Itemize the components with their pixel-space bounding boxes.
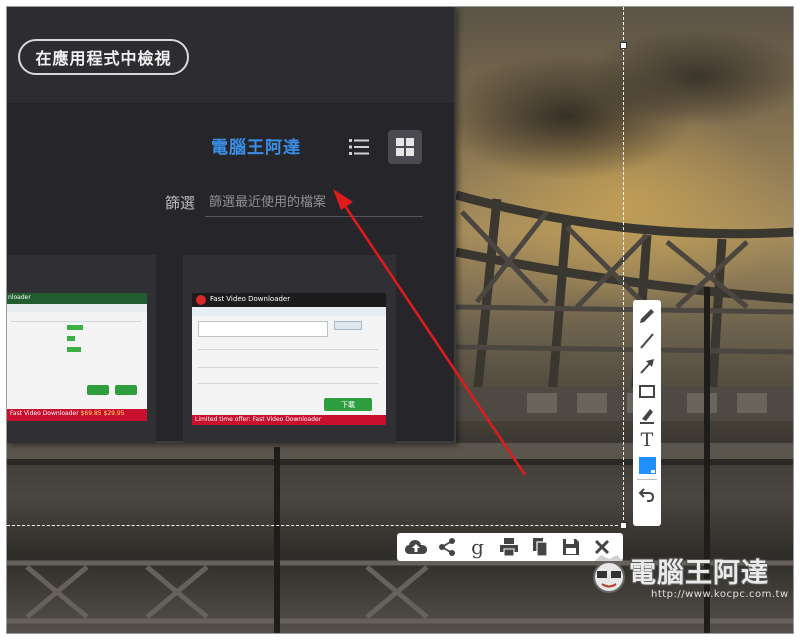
selection-border-bottom[interactable]	[7, 525, 623, 526]
line-tool-button[interactable]	[635, 328, 659, 353]
line-icon	[640, 332, 654, 349]
pencil-tool-button[interactable]	[635, 303, 659, 328]
rectangle-tool-button[interactable]	[635, 378, 659, 403]
marker-tool-button[interactable]	[635, 403, 659, 428]
color-picker-button[interactable]	[635, 453, 659, 478]
toolbar-divider	[637, 479, 657, 480]
print-icon	[499, 538, 518, 557]
selection-resize-handle[interactable]	[620, 522, 627, 529]
marker-icon	[640, 408, 654, 424]
mascot-logo-icon	[593, 555, 625, 593]
copy-button[interactable]	[524, 534, 555, 560]
print-button[interactable]	[493, 534, 524, 560]
arrow-icon	[640, 358, 654, 374]
share-button[interactable]	[431, 534, 462, 560]
selected-color-swatch	[638, 457, 656, 474]
selection-border-right[interactable]	[623, 7, 624, 525]
cloud-upload-icon	[404, 540, 427, 554]
screenshot-frame: 在應用程式中檢視 電腦王阿達 篩選 篩選最近使用的檔案 nloader Fast…	[6, 6, 794, 634]
watermark-name: 電腦王阿達	[629, 558, 769, 589]
arrow-tool-button[interactable]	[635, 353, 659, 378]
text-tool-button[interactable]: T	[635, 428, 659, 453]
selection-resize-handle[interactable]	[620, 42, 627, 49]
google-icon: g	[471, 535, 484, 559]
upload-button[interactable]	[400, 534, 431, 560]
text-tool-glyph: T	[640, 429, 654, 451]
undo-icon	[638, 487, 655, 502]
watermark-url: http://www.kocpc.com.tw	[651, 589, 789, 600]
site-watermark: 電腦王阿達 http://www.kocpc.com.tw	[581, 541, 793, 611]
share-icon	[438, 538, 455, 556]
google-search-button[interactable]: g	[462, 534, 493, 560]
save-icon	[562, 539, 579, 555]
undo-button[interactable]	[635, 481, 659, 506]
rectangle-icon	[639, 384, 655, 398]
pencil-icon	[640, 308, 654, 323]
copy-icon	[532, 538, 548, 557]
drawing-toolbar: T	[633, 300, 661, 526]
